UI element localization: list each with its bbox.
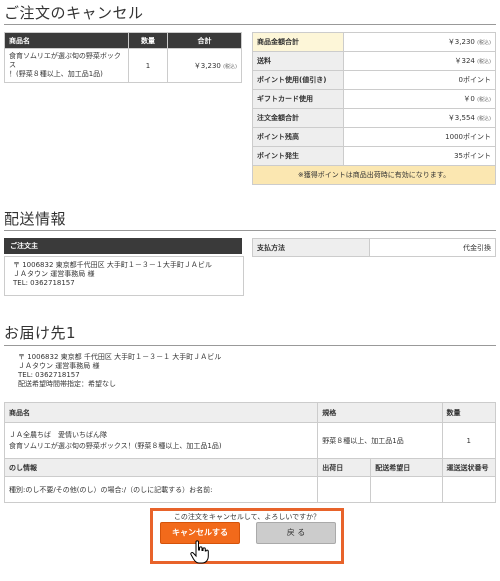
orderer-header: ご注文主 bbox=[4, 238, 242, 254]
col-product-name: 商品名 bbox=[3, 402, 319, 423]
summary-value: ￥3,554 bbox=[447, 114, 475, 122]
product-qty: 1 bbox=[128, 48, 168, 83]
col-product-name: 商品名 bbox=[4, 32, 129, 49]
col-noshi: のし情報 bbox=[3, 458, 319, 477]
summary-label: 商品金額合計 bbox=[252, 32, 344, 52]
tax-note: (税込) bbox=[477, 116, 491, 122]
tracking-number bbox=[441, 476, 497, 503]
summary-table: 商品金額合計 ￥3,230 (税込) 送料 ￥324 (税込) ポイント使用(値引き… bbox=[252, 32, 496, 185]
delivery-address: 〒 1006832 東京都 千代田区 大手町１－３－１ 大手町ＪＡビル ＪＡタウ… bbox=[18, 353, 221, 389]
table-row: 食育ソムリエが選ぶ旬の野菜ボックス ！(野菜８種以上、加工品1品) 1 ￥3,2… bbox=[4, 48, 242, 83]
col-qty: 数量 bbox=[128, 32, 168, 49]
summary-label: ポイント残高 bbox=[252, 127, 344, 147]
product-name-line2: ！(野菜８種以上、加工品1品) bbox=[9, 70, 103, 78]
summary-label: ポイント使用(値引き) bbox=[252, 70, 344, 90]
payment-table: 支払方法 代金引換 bbox=[252, 238, 496, 257]
summary-value: ￥0 bbox=[463, 95, 475, 103]
ship-date bbox=[317, 476, 372, 503]
address-line: TEL: 0362718157 bbox=[13, 279, 75, 287]
title-divider bbox=[4, 24, 496, 25]
product-total: ￥3,230 bbox=[193, 61, 221, 70]
summary-value: 1000ポイント bbox=[445, 133, 491, 141]
points-note: ※獲得ポイントは商品出荷時に有効になります。 bbox=[252, 165, 496, 185]
summary-value: ￥3,230 bbox=[447, 38, 475, 46]
address-line: 〒 1006832 東京都 千代田区 大手町１－３－１ 大手町ＪＡビル bbox=[18, 353, 222, 361]
tax-note: (税込) bbox=[223, 63, 237, 70]
address-line: 〒 1006832 東京都千代田区 大手町１－３－１大手町ＪＡビル bbox=[13, 261, 212, 269]
delivery-qty: 1 bbox=[441, 422, 497, 459]
delivery-product-line1: ＪＡ全農ちば 愛情いちばん隊 bbox=[9, 430, 107, 439]
summary-label: ギフトカード使用 bbox=[252, 89, 344, 109]
col-tracking: 運送送状番号 bbox=[441, 458, 497, 477]
summary-label: 注文金額合計 bbox=[252, 108, 344, 128]
orderer-address: 〒 1006832 東京都千代田区 大手町１－３－１大手町ＪＡビル ＪＡタウン … bbox=[4, 256, 244, 296]
delivery-title: お届け先1 bbox=[4, 324, 77, 342]
table-row: 種別:のし不要/その他(のし）の場合:/（のしに記載する）お名前: bbox=[3, 476, 497, 503]
summary-label: ポイント発生 bbox=[252, 146, 344, 166]
product-name-line1: 食育ソムリエが選ぶ旬の野菜ボックス bbox=[9, 52, 121, 69]
delivery-table: 商品名 規格 数量 ＪＡ全農ちば 愛情いちばん隊 食育ソムリエが選ぶ旬の野菜ボッ… bbox=[3, 402, 497, 503]
summary-value: ￥324 bbox=[454, 57, 475, 65]
shipping-divider bbox=[4, 230, 496, 231]
payment-label: 支払方法 bbox=[252, 238, 370, 257]
delivery-divider bbox=[4, 345, 496, 346]
address-line: 配送希望時間帯指定：希望なし bbox=[18, 380, 116, 388]
col-qty: 数量 bbox=[441, 402, 497, 423]
col-total: 合計 bbox=[167, 32, 242, 49]
tax-note: (税込) bbox=[477, 40, 491, 46]
back-button[interactable]: 戻 る bbox=[256, 522, 336, 544]
address-line: ＪＡタウン 運営事務局 様 bbox=[13, 270, 95, 278]
page-title: ご注文のキャンセル bbox=[4, 4, 144, 22]
desired-date bbox=[370, 476, 443, 503]
summary-value: 0ポイント bbox=[458, 76, 491, 84]
col-spec: 規格 bbox=[317, 402, 443, 423]
col-desired-date: 配送希望日 bbox=[370, 458, 443, 477]
table-row: ＪＡ全農ちば 愛情いちばん隊 食育ソムリエが選ぶ旬の野菜ボックス！(野菜８種以上… bbox=[3, 422, 497, 459]
address-line: ＪＡタウン 運営事務局 様 bbox=[18, 362, 100, 370]
tax-note: (税込) bbox=[477, 59, 491, 65]
col-ship-date: 出荷日 bbox=[317, 458, 372, 477]
delivery-product-line2: 食育ソムリエが選ぶ旬の野菜ボックス！(野菜８種以上、加工品1品) bbox=[9, 441, 222, 450]
confirm-question: この注文をキャンセルして、よろしいですか？ bbox=[173, 513, 321, 521]
shipping-title: 配送情報 bbox=[4, 210, 67, 228]
tax-note: (税込) bbox=[477, 97, 491, 103]
noshi-info: 種別:のし不要/その他(のし）の場合:/（のしに記載する）お名前: bbox=[3, 476, 319, 503]
delivery-spec: 野菜８種以上、加工品1品 bbox=[317, 422, 443, 459]
hand-cursor-icon bbox=[190, 540, 209, 564]
address-line: TEL: 0362718157 bbox=[18, 371, 80, 379]
order-table: 商品名 数量 合計 食育ソムリエが選ぶ旬の野菜ボックス ！(野菜８種以上、加工品… bbox=[4, 32, 242, 83]
summary-label: 送料 bbox=[252, 51, 344, 71]
payment-value: 代金引換 bbox=[369, 238, 496, 257]
summary-value: 35ポイント bbox=[454, 152, 491, 160]
